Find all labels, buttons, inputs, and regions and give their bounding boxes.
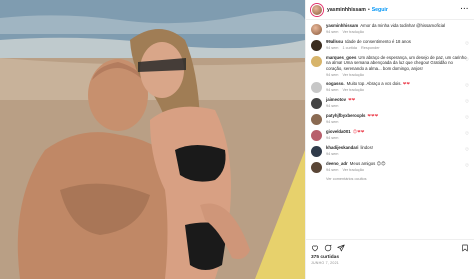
commenter-avatar[interactable] [311,145,322,157]
post-header: yasminhhissam • Seguir ··· [306,0,474,20]
emoji-icon: 😍❤❤ [352,128,365,134]
comment-time[interactable]: 94 sem [326,152,338,156]
caption-avatar[interactable] [311,24,322,35]
comment-time[interactable]: 94 sem [326,73,338,77]
author-username[interactable]: yasminhhissam [327,7,366,13]
comment-icon[interactable] [324,244,332,252]
heart-icon[interactable]: ♡ [465,163,469,169]
comment-text: Muito top. Abraço a vcs dois. [346,80,402,86]
post-footer: 375 curtidas JUNHO 7, 2021 [306,239,474,279]
comment-item: patyhjfbyxberoxpls ❤❤❤ 94 sem ♡ [311,113,469,125]
likes-count[interactable]: 375 curtidas [311,255,469,260]
separator-dot: • [367,6,370,13]
bookmark-icon[interactable] [461,244,469,252]
emoji-icon: 😊😍 [376,160,386,166]
comment-translate[interactable]: Ver tradução [342,73,364,77]
commenter-avatar[interactable] [311,113,322,125]
commenter-avatar[interactable] [311,40,322,51]
comment-likes[interactable]: 1 curtida [342,46,357,50]
action-bar [311,243,469,253]
hearts-emoji-icon: ❤❤ [348,96,356,102]
comment-translate[interactable]: Ver tradução [342,168,364,172]
beach-couple-photo [0,0,305,279]
commenter-avatar[interactable] [311,161,322,173]
post-caption: yasminhhissam Amor da minha vida todinha!… [311,23,469,35]
comment-translate[interactable]: Ver tradução [342,88,364,92]
caption-text: Amor da minha vida todinha! @hissamofici… [360,23,446,28]
share-icon[interactable] [337,244,345,252]
comment-item: 99allssu Idade de consentimento é 18 anos… [311,39,469,51]
comment-username[interactable]: patyhjfbyxberoxpls [326,113,365,118]
post-side-panel: yasminhhissam • Seguir ··· yasminhhissam… [305,0,474,279]
caption-translate[interactable]: Ver tradução [342,30,364,34]
commenter-avatar[interactable] [311,81,322,93]
comment-username[interactable]: giovelda001 [326,129,351,134]
comment-item: sogasso. Muito top. Abraço a vcs dois. ❤❤… [311,81,469,93]
comment-username[interactable]: deeno_adr [326,161,348,166]
comment-time[interactable]: 94 sem [326,104,338,108]
comment-username[interactable]: sogasso. [326,81,345,86]
commenter-avatar[interactable] [311,56,322,67]
heart-icon[interactable]: ♡ [465,41,469,47]
heart-icon[interactable]: ♡ [465,115,469,121]
comment-username[interactable]: khadijeskandari [326,145,358,150]
hearts-emoji-icon: ❤❤ [402,80,410,86]
comment-username[interactable]: marques_goes [326,55,356,60]
hearts-emoji-icon: ❤❤❤ [367,112,379,118]
heart-icon[interactable]: ♡ [465,57,469,63]
caption-time[interactable]: 94 sem [326,30,338,34]
comment-text: lindos! [360,144,373,150]
comment-text: Meus amigos [349,160,376,166]
more-options-icon[interactable]: ··· [461,6,470,13]
heart-icon[interactable]: ♡ [465,147,469,153]
heart-icon[interactable]: ♡ [465,131,469,137]
author-avatar[interactable] [311,3,323,16]
follow-button[interactable]: Seguir [372,7,388,13]
comment-item: jaimeotov ❤❤ 94 sem ♡ [311,97,469,109]
commenter-avatar[interactable] [311,97,322,109]
heart-icon[interactable]: ♡ [465,99,469,105]
caption-username[interactable]: yasminhhissam [326,23,358,28]
post-date[interactable]: JUNHO 7, 2021 [311,261,469,265]
comment-username[interactable]: 99allssu [326,39,343,44]
comment-time[interactable]: 94 sem [326,46,338,50]
comment-time[interactable]: 94 sem [326,136,338,140]
comment-item: khadijeskandari lindos! 94 sem ♡ [311,145,469,157]
commenter-avatar[interactable] [311,129,322,141]
post-photo[interactable] [0,0,305,279]
comment-time[interactable]: 94 sem [326,88,338,92]
reply-button[interactable]: Responder [361,46,380,50]
comment-time[interactable]: 94 sem [326,120,338,124]
comment-item: giovelda001 😍❤❤ 94 sem ♡ [311,129,469,141]
heart-icon[interactable]: ♡ [465,83,469,89]
comment-text: Idade de consentimento é 18 anos [344,39,411,44]
comments-list[interactable]: yasminhhissam Amor da minha vida todinha!… [306,20,474,239]
comment-item: deeno_adr Meus amigos 😊😍 94 sem Ver traduç… [311,161,469,173]
comment-username[interactable]: jaimeotov [326,97,346,102]
hidden-comments-link[interactable]: Ver comentários ocultos [326,177,469,181]
comment-time[interactable]: 94 sem [326,168,338,172]
heart-icon[interactable] [311,244,319,252]
comment-item: marques_goes Um abraço de esperança, um d… [311,55,469,77]
